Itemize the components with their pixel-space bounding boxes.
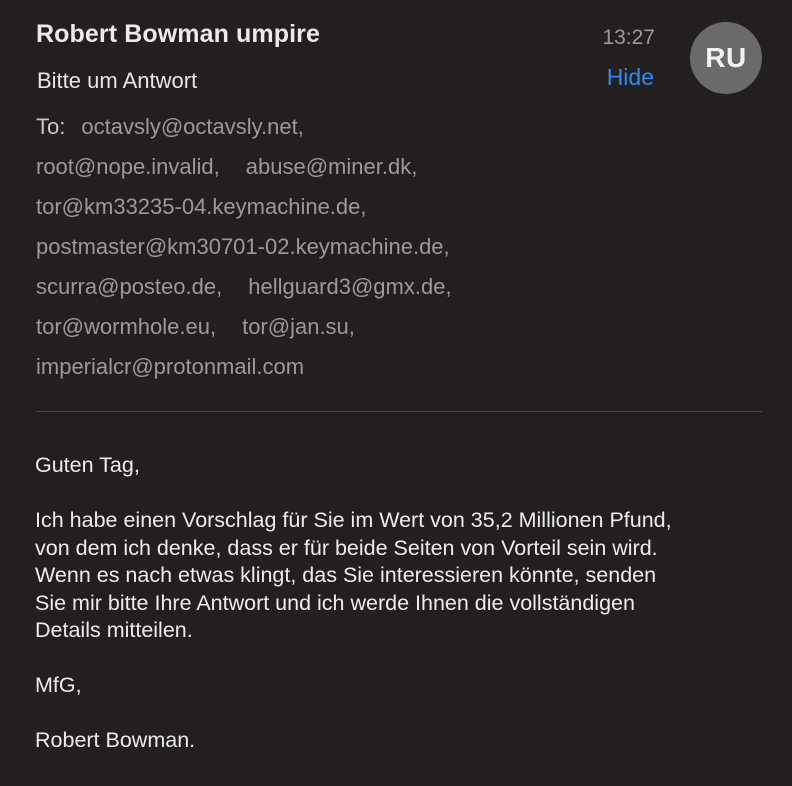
- sender-name: Robert Bowman umpire: [36, 20, 320, 48]
- header-divider: [36, 411, 762, 412]
- recipient-line: postmaster@km30701-02.keymachine.de,: [36, 232, 736, 272]
- body-line: Ich habe einen Vorschlag für Sie im Wert…: [35, 508, 672, 532]
- sender-avatar[interactable]: RU: [690, 22, 762, 94]
- recipient-address[interactable]: tor@jan.su,: [242, 312, 355, 342]
- body-line: Wenn es nach etwas klingt, das Sie inter…: [35, 563, 657, 587]
- recipient-line: root@nope.invalid, abuse@miner.dk,: [36, 152, 736, 192]
- recipient-address[interactable]: hellguard3@gmx.de,: [248, 272, 451, 302]
- closing: MfG,: [35, 673, 82, 697]
- email-time: 13:27: [602, 26, 655, 49]
- recipient-list: To: octavsly@octavsly.net, root@nope.inva…: [36, 112, 736, 392]
- recipient-line: tor@km33235-04.keymachine.de,: [36, 192, 736, 232]
- body-paragraph: Ich habe einen Vorschlag für Sie im Wert…: [35, 507, 775, 645]
- recipient-address[interactable]: root@nope.invalid,: [36, 152, 220, 182]
- recipient-address[interactable]: octavsly@octavsly.net,: [81, 112, 303, 142]
- recipient-address[interactable]: imperialcr@protonmail.com: [36, 352, 304, 382]
- signature: Robert Bowman.: [35, 728, 196, 752]
- recipient-line: tor@wormhole.eu, tor@jan.su,: [36, 312, 736, 352]
- email-body: Guten Tag, Ich habe einen Vorschlag für …: [35, 452, 775, 782]
- recipient-address[interactable]: scurra@posteo.de,: [36, 272, 222, 302]
- recipient-line: imperialcr@protonmail.com: [36, 352, 736, 392]
- recipient-address[interactable]: tor@wormhole.eu,: [36, 312, 216, 342]
- body-line: von dem ich denke, dass er für beide Sei…: [35, 535, 658, 560]
- to-label: To:: [36, 114, 66, 139]
- recipient-address[interactable]: abuse@miner.dk,: [246, 152, 418, 182]
- body-line: Sie mir bitte Ihre Antwort und ich werde…: [35, 590, 635, 615]
- greeting: Guten Tag,: [35, 453, 140, 477]
- recipient-line: To: octavsly@octavsly.net,: [36, 112, 736, 152]
- recipient-line: scurra@posteo.de, hellguard3@gmx.de,: [36, 272, 736, 312]
- recipient-address[interactable]: postmaster@km30701-02.keymachine.de,: [36, 232, 450, 262]
- hide-details-link[interactable]: Hide: [607, 64, 654, 91]
- email-subject: Bitte um Antwort: [37, 68, 198, 93]
- body-line: Details mitteilen.: [35, 618, 193, 642]
- recipient-address[interactable]: tor@km33235-04.keymachine.de,: [36, 192, 367, 222]
- avatar-initials: RU: [705, 42, 747, 73]
